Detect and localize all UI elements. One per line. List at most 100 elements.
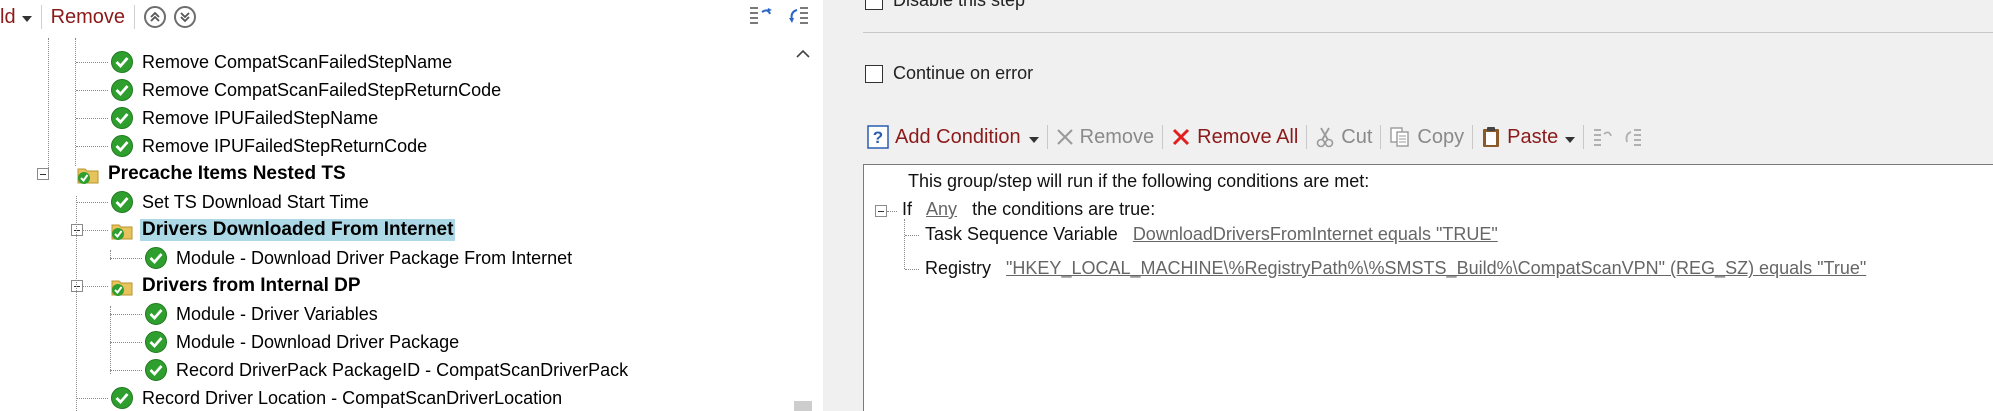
- tree-item-label: Record DriverPack PackageID - CompatScan…: [176, 359, 629, 380]
- condition-type: Registry: [925, 258, 992, 278]
- tree-line: [887, 211, 897, 212]
- copy-icon: [1389, 126, 1411, 148]
- copy-button[interactable]: Copy: [1389, 126, 1464, 149]
- toolbar-separator: [1380, 125, 1382, 149]
- toolbar-separator: [1306, 125, 1308, 149]
- paste-dropdown-icon[interactable]: [1565, 126, 1576, 149]
- tree-step-item[interactable]: Remove CompatScanFailedStepReturnCode: [110, 76, 503, 104]
- indent-icon: [1594, 129, 1613, 146]
- paste-button[interactable]: Paste: [1481, 125, 1576, 149]
- tree-step-item[interactable]: Remove IPUFailedStepReturnCode: [110, 132, 429, 160]
- toolbar-separator: [134, 5, 136, 29]
- remove-all-label: Remove All: [1197, 125, 1299, 148]
- disable-step-option[interactable]: Disable this step: [865, 0, 1025, 11]
- disable-step-checkbox[interactable]: [865, 0, 883, 10]
- collapse-toggle[interactable]: [71, 280, 83, 292]
- tree-group-item[interactable]: Drivers Downloaded From Internet: [110, 216, 456, 244]
- paste-label: Paste: [1507, 125, 1559, 148]
- tree-item-label: Record Driver Location - CompatScanDrive…: [142, 387, 563, 408]
- if-condition-row: If Any the conditions are true:: [902, 199, 1155, 220]
- tree-item-label: Drivers Downloaded From Internet: [140, 219, 456, 241]
- condition-outdent-button[interactable]: [1622, 126, 1644, 148]
- tree-line: [76, 118, 108, 119]
- tree-item-label: Module - Download Driver Package From In…: [176, 247, 573, 268]
- tree-line: [110, 258, 142, 259]
- step-options-panel: Disable this step Continue on error ? Ad…: [863, 0, 1993, 411]
- tree-line: [76, 146, 108, 147]
- green-check-icon: [144, 302, 168, 326]
- condition-value-link[interactable]: "HKEY_LOCAL_MACHINE\%RegistryPath%\%SMST…: [1006, 258, 1866, 278]
- indent-icon[interactable]: [748, 4, 774, 35]
- add-condition-label: Add Condition: [895, 125, 1021, 148]
- toolbar-separator: [1583, 125, 1585, 149]
- scroll-up-icon[interactable]: [786, 44, 820, 64]
- add-dropdown-arrow-icon[interactable]: [21, 7, 32, 27]
- any-operator-link[interactable]: Any: [926, 199, 957, 219]
- add-menu-button[interactable]: ld: [0, 6, 16, 29]
- toolbar-separator: [1046, 125, 1048, 149]
- condition-row[interactable]: Task Sequence Variable DownloadDriversFr…: [925, 224, 1498, 245]
- tree-group-item[interactable]: Precache Items Nested TS: [76, 160, 348, 188]
- svg-text:?: ?: [873, 128, 883, 147]
- condition-value-link[interactable]: DownloadDriversFromInternet equals "TRUE…: [1133, 224, 1498, 244]
- outdent-icon[interactable]: [786, 4, 812, 35]
- tree-line: [110, 370, 142, 371]
- tree-line: [75, 38, 76, 166]
- tree-item-label: Set TS Download Start Time: [142, 191, 369, 212]
- remove-condition-button[interactable]: Remove: [1056, 126, 1154, 149]
- tree-step-item[interactable]: Record Driver Location - CompatScanDrive…: [110, 384, 564, 411]
- scissors-icon: [1315, 126, 1335, 148]
- remove-step-button[interactable]: Remove: [51, 6, 125, 29]
- panel-splitter[interactable]: [823, 0, 863, 411]
- tree-step-item[interactable]: Remove IPUFailedStepName: [110, 104, 380, 132]
- continue-on-error-label: Continue on error: [893, 63, 1034, 83]
- remove-all-conditions-button[interactable]: Remove All: [1171, 126, 1298, 149]
- tree-step-item[interactable]: Record DriverPack PackageID - CompatScan…: [144, 356, 630, 384]
- clipboard-icon: [1481, 126, 1501, 148]
- green-check-icon: [110, 78, 134, 102]
- collapse-toggle[interactable]: [875, 205, 887, 217]
- tree-toolbar: ld Remove: [0, 0, 823, 34]
- task-sequence-tree-panel: ld Remove Remove CompatScanFailedStepNam…: [0, 0, 823, 411]
- tree-item-label: Module - Driver Variables: [176, 303, 378, 324]
- scroll-thumb[interactable]: [794, 401, 812, 411]
- move-down-icon[interactable]: [174, 6, 197, 28]
- tree-step-item[interactable]: Set TS Download Start Time: [110, 188, 371, 216]
- tree-scrollbar[interactable]: [786, 44, 820, 411]
- conditions-editor[interactable]: This group/step will run if the followin…: [863, 164, 1993, 411]
- green-check-icon: [110, 386, 134, 410]
- condition-type: Task Sequence Variable: [925, 224, 1118, 244]
- tree-line: [110, 342, 142, 343]
- copy-label: Copy: [1417, 125, 1465, 148]
- move-up-icon[interactable]: [144, 6, 167, 28]
- tree-line: [76, 62, 108, 63]
- toolbar-separator: [40, 5, 42, 29]
- green-check-icon: [110, 134, 134, 158]
- tree-item-label: Remove IPUFailedStepName: [142, 107, 379, 128]
- tree-step-item[interactable]: Module - Driver Variables: [144, 300, 380, 328]
- tree-group-item[interactable]: Drivers from Internal DP: [110, 272, 363, 300]
- continue-on-error-option[interactable]: Continue on error: [865, 63, 1033, 84]
- cut-label: Cut: [1341, 125, 1373, 148]
- add-condition-button[interactable]: ? Add Condition: [867, 125, 1039, 149]
- tree-line: [110, 314, 142, 315]
- tree-line: [110, 250, 111, 260]
- tree-step-item[interactable]: Remove CompatScanFailedStepName: [110, 48, 454, 76]
- tree-step-item[interactable]: Module - Download Driver Package From In…: [144, 244, 574, 272]
- cut-button[interactable]: Cut: [1315, 126, 1372, 149]
- green-check-icon: [144, 358, 168, 382]
- green-check-icon: [110, 50, 134, 74]
- tree-step-item[interactable]: Module - Download Driver Package: [144, 328, 461, 356]
- add-condition-dropdown-icon[interactable]: [1028, 126, 1039, 149]
- folder-check-icon: [110, 218, 134, 242]
- disable-step-label: Disable this step: [893, 0, 1026, 10]
- condition-row[interactable]: Registry "HKEY_LOCAL_MACHINE\%RegistryPa…: [925, 258, 1866, 279]
- folder-check-icon: [110, 274, 134, 298]
- divider: [863, 32, 1993, 33]
- tree-line: [48, 38, 49, 178]
- tree-line: [904, 219, 905, 269]
- continue-on-error-checkbox[interactable]: [865, 64, 883, 83]
- condition-indent-button[interactable]: [1592, 126, 1614, 148]
- collapse-toggle[interactable]: [71, 224, 83, 236]
- remove-condition-label: Remove: [1079, 125, 1155, 148]
